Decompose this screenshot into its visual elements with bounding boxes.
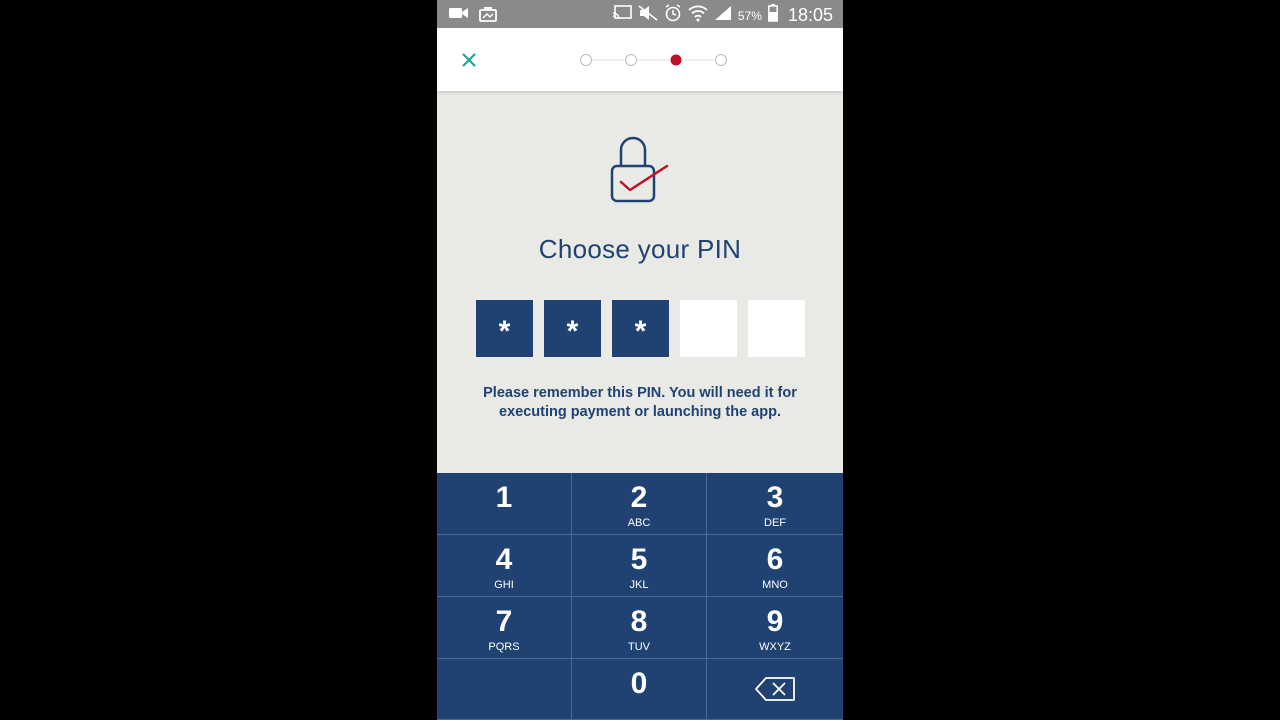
status-bar: 57% 18:05 — [437, 0, 843, 28]
top-bar — [437, 28, 843, 91]
pin-digit-1: * — [476, 300, 533, 357]
key-8[interactable]: 8 TUV — [572, 597, 707, 659]
battery-icon — [768, 4, 778, 27]
key-letters: JKL — [629, 579, 649, 591]
key-number: 7 — [495, 605, 513, 638]
key-3[interactable]: 3 DEF — [707, 473, 843, 535]
close-button[interactable] — [457, 48, 481, 72]
key-letters: WXYZ — [759, 641, 791, 653]
page-title: Choose your PIN — [538, 234, 742, 264]
numeric-keypad: 1 2 ABC 3 DEF 4 GHI 5 JKL 6 MNO 7 PQRS 8 — [437, 473, 843, 720]
video-icon — [449, 6, 469, 27]
key-letters: MNO — [762, 579, 788, 591]
step-dot-3-active — [670, 54, 682, 66]
pin-digit-2: * — [544, 300, 601, 357]
step-dot-1 — [580, 54, 592, 66]
pin-mask: * — [498, 314, 511, 348]
key-number: 4 — [495, 543, 513, 576]
key-5[interactable]: 5 JKL — [572, 535, 707, 597]
key-letters: GHI — [494, 579, 514, 591]
step-progress — [580, 54, 727, 66]
pin-mask: * — [566, 314, 579, 348]
backspace-button[interactable] — [707, 659, 843, 720]
key-number: 5 — [630, 543, 648, 576]
key-letters: DEF — [764, 517, 786, 529]
step-dot-4 — [715, 54, 727, 66]
key-6[interactable]: 6 MNO — [707, 535, 843, 597]
key-number: 6 — [766, 543, 784, 576]
phone-screen: 57% 18:05 Choose your PIN * * * Please r… — [437, 0, 843, 720]
wifi-icon — [688, 4, 708, 27]
backspace-icon — [755, 677, 795, 701]
key-number: 8 — [630, 605, 648, 638]
battery-percentage: 57% — [737, 8, 762, 23]
pin-digit-4 — [680, 300, 737, 357]
key-7[interactable]: 7 PQRS — [437, 597, 572, 659]
key-letters: PQRS — [488, 641, 520, 653]
mute-icon — [638, 5, 658, 26]
key-number: 0 — [630, 667, 648, 700]
pin-input[interactable]: * * * — [476, 300, 805, 357]
key-1[interactable]: 1 — [437, 473, 572, 535]
key-number: 1 — [495, 481, 513, 514]
pin-digit-5 — [748, 300, 805, 357]
pin-mask: * — [634, 314, 647, 348]
key-number: 3 — [766, 481, 784, 514]
alarm-icon — [664, 4, 682, 27]
clock-time: 18:05 — [787, 5, 833, 25]
step-dot-2 — [625, 54, 637, 66]
key-2[interactable]: 2 ABC — [572, 473, 707, 535]
key-empty — [437, 659, 572, 720]
key-letters: TUV — [628, 641, 650, 653]
key-number: 2 — [630, 481, 648, 514]
cast-icon — [612, 5, 632, 26]
key-letters: ABC — [627, 517, 651, 529]
key-9[interactable]: 9 WXYZ — [707, 597, 843, 659]
key-4[interactable]: 4 GHI — [437, 535, 572, 597]
pin-reminder-text: Please remember this PIN. You will need … — [483, 385, 797, 420]
pin-digit-3: * — [612, 300, 669, 357]
photo-icon — [479, 6, 497, 27]
key-number: 9 — [766, 605, 784, 638]
close-icon — [462, 53, 476, 67]
signal-icon — [714, 5, 732, 26]
lock-check-icon — [609, 132, 671, 206]
key-0[interactable]: 0 — [572, 659, 707, 720]
